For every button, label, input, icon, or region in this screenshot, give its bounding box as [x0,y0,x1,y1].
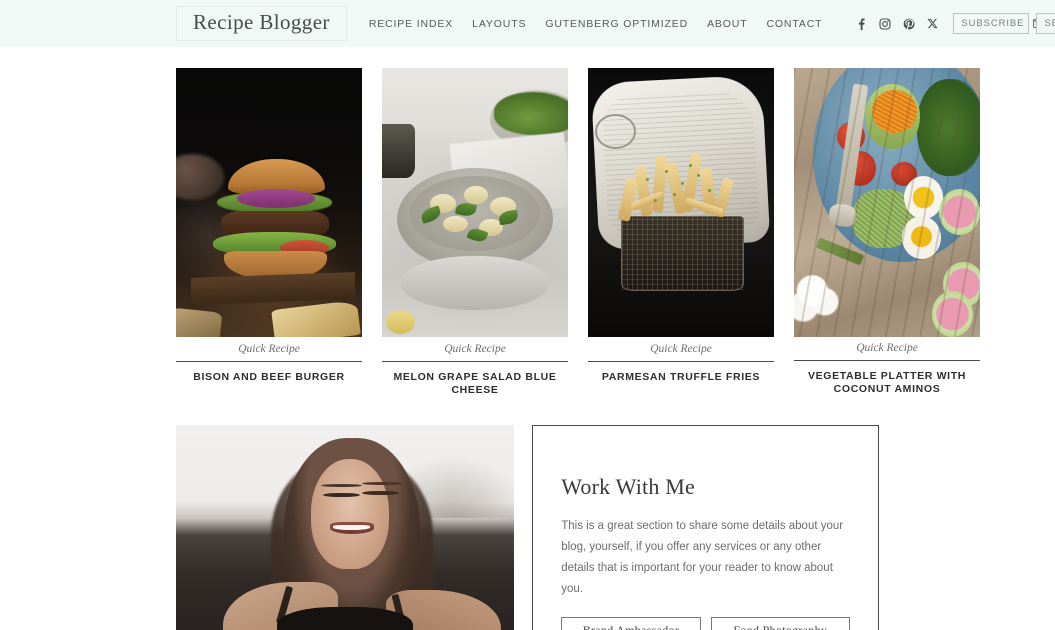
instagram-icon[interactable] [878,17,891,30]
vegetable-platter-photo [794,68,980,337]
search-placeholder: SEARCH [1044,18,1055,29]
site-logo-text: Recipe Blogger [193,10,330,34]
work-with-me-heading: Work With Me [561,473,695,499]
search-input[interactable]: SEARCH [1036,13,1055,34]
recipe-category[interactable]: Quick Recipe [794,337,980,354]
recipe-card: Quick Recipe VEGETABLE PLATTER WITH COCO… [794,68,980,398]
burger-photo [176,68,362,337]
recipe-category[interactable]: Quick Recipe [382,337,568,355]
x-twitter-icon[interactable] [926,17,939,30]
recipe-thumbnail-bison-burger[interactable] [176,68,362,337]
recipe-title[interactable]: MELON GRAPE SALAD BLUE CHEESE [382,362,568,398]
service-button-row-1: Brand Ambassador Food Photography [561,616,850,630]
food-photography-button[interactable]: Food Photography [710,616,850,630]
site-logo[interactable]: Recipe Blogger [176,6,347,41]
portrait-photo [176,424,515,630]
nav-item-layouts[interactable]: LAYOUTS [472,18,526,30]
recipe-card: Quick Recipe PARMESAN TRUFFLE FRIES [588,68,774,398]
recipe-thumbnail-melon-salad[interactable] [382,68,568,337]
work-with-me-description: This is a great section to share some de… [561,519,844,595]
header-actions: SUBSCRIBE SEARCH [953,13,1055,34]
recipe-thumbnail-truffle-fries[interactable] [588,68,774,337]
fries-photo [588,68,774,337]
salad-photo [382,68,568,337]
brand-ambassador-button[interactable]: Brand Ambassador [561,616,701,630]
recipe-title[interactable]: BISON AND BEEF BURGER [176,362,362,384]
recipe-category[interactable]: Quick Recipe [176,337,362,355]
social-links [854,17,939,30]
nav-item-gutenberg-optimized[interactable]: GUTENBERG OPTIMIZED [545,18,688,30]
recipe-card-grid: Quick Recipe BISON AND BEEF BURGER Quick… [0,47,1055,398]
nav-item-recipe-index[interactable]: RECIPE INDEX [369,18,453,30]
facebook-icon[interactable] [854,17,867,30]
recipe-title[interactable]: PARMESAN TRUFFLE FRIES [588,362,774,384]
recipe-card: Quick Recipe BISON AND BEEF BURGER [176,68,362,398]
work-with-me-panel: Work With Me This is a great section to … [532,424,879,630]
pinterest-icon[interactable] [902,17,915,30]
nav-item-about[interactable]: ABOUT [707,18,747,30]
site-header: Recipe Blogger RECIPE INDEX LAYOUTS GUTE… [0,0,1055,47]
recipe-thumbnail-vegetable-platter[interactable] [794,68,980,337]
lower-section: Work With Me This is a great section to … [0,398,1055,630]
recipe-card: Quick Recipe MELON GRAPE SALAD BLUE CHEE… [382,68,568,398]
author-portrait[interactable] [176,424,515,630]
subscribe-label: SUBSCRIBE [961,18,1025,29]
recipe-title[interactable]: VEGETABLE PLATTER WITH COCONUT AMINOS [794,361,980,397]
subscribe-button[interactable]: SUBSCRIBE [953,13,1045,34]
recipe-category[interactable]: Quick Recipe [588,337,774,355]
main-navigation: RECIPE INDEX LAYOUTS GUTENBERG OPTIMIZED… [369,17,940,30]
nav-item-contact[interactable]: CONTACT [766,18,822,30]
